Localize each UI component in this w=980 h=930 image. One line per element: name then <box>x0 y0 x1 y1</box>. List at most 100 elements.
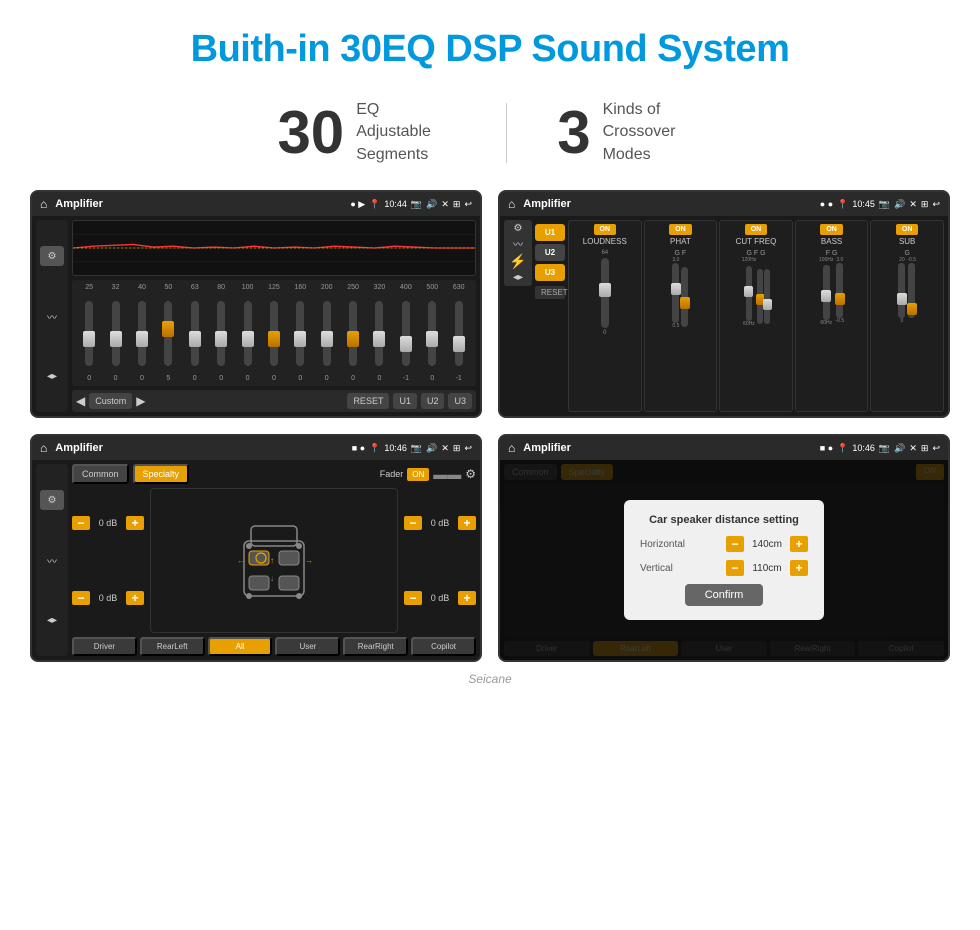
sub-track2[interactable] <box>908 263 915 318</box>
common-tab[interactable]: Common <box>72 464 129 484</box>
bass-toggle[interactable]: ON <box>820 224 843 235</box>
db-minus-3[interactable]: − <box>404 516 422 530</box>
eq-sidebar-btn-2[interactable]: 〰 <box>40 306 64 326</box>
db-plus-1[interactable]: + <box>126 516 144 530</box>
prev-icon[interactable]: ◀ <box>76 394 85 408</box>
rearleft-btn[interactable]: RearLeft <box>140 637 205 656</box>
eq-slider-1[interactable] <box>85 293 93 373</box>
settings-gear-icon[interactable]: ⚙ <box>465 467 476 481</box>
spk-sidebar-1[interactable]: ⚙ <box>40 490 64 510</box>
next-icon[interactable]: ▶ <box>136 394 145 408</box>
db-plus-4[interactable]: + <box>458 591 476 605</box>
bass-track2[interactable] <box>836 263 843 318</box>
home-icon-3[interactable]: ⌂ <box>40 441 47 455</box>
eq-slider-11[interactable] <box>349 293 357 373</box>
spk-sidebar-2[interactable]: 〰 <box>40 550 64 570</box>
spk-sidebar-3[interactable]: ◂▸ <box>40 610 64 630</box>
eq-slider-9[interactable] <box>296 293 304 373</box>
home-icon-1[interactable]: ⌂ <box>40 197 47 211</box>
x-icon-1[interactable]: ✕ <box>441 199 449 210</box>
db-plus-3[interactable]: + <box>458 516 476 530</box>
phat-s2 <box>681 257 688 408</box>
phat-toggle[interactable]: ON <box>669 224 692 235</box>
eq-sidebar-btn-1[interactable]: ⚙ <box>40 246 64 266</box>
u3-btn[interactable]: U3 <box>448 393 472 409</box>
confirm-button[interactable]: Confirm <box>685 584 764 606</box>
x-icon-4[interactable]: ✕ <box>909 443 917 454</box>
loudness-track[interactable] <box>601 258 609 328</box>
cutfreq-track1[interactable] <box>746 266 752 321</box>
horizontal-row: Horizontal − 140cm + <box>640 536 808 552</box>
screen-icon-2[interactable]: ⊞ <box>921 199 929 210</box>
fader-slider[interactable]: ▬▬ <box>433 466 461 482</box>
back-icon-2[interactable]: ↩ <box>932 199 940 210</box>
screen-icon-3[interactable]: ⊞ <box>453 443 461 454</box>
svg-text:↓: ↓ <box>270 574 274 583</box>
eq-sidebar-btn-3[interactable]: ◂▸ <box>40 366 64 386</box>
db-minus-4[interactable]: − <box>404 591 422 605</box>
db-minus-1[interactable]: − <box>72 516 90 530</box>
back-icon-1[interactable]: ↩ <box>464 199 472 210</box>
x-icon-3[interactable]: ✕ <box>441 443 449 454</box>
specialty-tab[interactable]: Specialty <box>133 464 190 484</box>
eq-slider-4[interactable] <box>164 293 172 373</box>
x-icon-2[interactable]: ✕ <box>909 199 917 210</box>
loudness-sliders: 64 0 <box>601 250 609 408</box>
eq-slider-6[interactable] <box>217 293 225 373</box>
vertical-plus[interactable]: + <box>790 560 808 576</box>
preset-u3[interactable]: U3 <box>535 264 565 281</box>
filter-icon[interactable]: ⚙ <box>514 223 523 234</box>
eq-slider-7[interactable] <box>244 293 252 373</box>
crossover-reset-btn[interactable]: RESET <box>535 286 565 299</box>
time-3: 10:46 <box>384 443 407 453</box>
loudness-slider-wrap: 64 0 <box>601 250 609 408</box>
eq-slider-13[interactable] <box>402 293 410 373</box>
wave-icon[interactable]: 〰 <box>513 236 523 251</box>
eq-slider-12[interactable] <box>375 293 383 373</box>
eq-slider-5[interactable] <box>191 293 199 373</box>
loudness-toggle[interactable]: ON <box>594 224 617 235</box>
preset-u1[interactable]: U1 <box>535 224 565 241</box>
screen-icon-1[interactable]: ⊞ <box>453 199 461 210</box>
channel-bass: ON BASS F G 100Hz 60Hz <box>795 220 869 412</box>
cutfreq-track3[interactable] <box>764 269 770 324</box>
horizontal-minus[interactable]: − <box>726 536 744 552</box>
channel-phat: ON PHAT G F 3.0 0.5 <box>644 220 718 412</box>
home-icon-4[interactable]: ⌂ <box>508 441 515 455</box>
vertical-minus[interactable]: − <box>726 560 744 576</box>
eq-slider-2[interactable] <box>112 293 120 373</box>
rearright-btn[interactable]: RearRight <box>343 637 408 656</box>
reset-btn[interactable]: RESET <box>347 393 389 409</box>
eq-slider-14[interactable] <box>428 293 436 373</box>
eq-slider-8[interactable] <box>270 293 278 373</box>
back-icon-4[interactable]: ↩ <box>932 443 940 454</box>
sub-track1[interactable] <box>898 263 905 318</box>
phat-track2[interactable] <box>681 267 688 327</box>
eq-slider-10[interactable] <box>323 293 331 373</box>
user-btn[interactable]: User <box>275 637 340 656</box>
arrows-icon[interactable]: ◂▸ <box>513 272 523 283</box>
phat-s1: 3.0 0.5 <box>672 257 679 408</box>
db-minus-2[interactable]: − <box>72 591 90 605</box>
all-btn[interactable]: All <box>208 637 273 656</box>
bass-track1[interactable] <box>823 265 830 320</box>
status-bar-4: ⌂ Amplifier ■ ● 📍 10:46 📷 🔊 ✕ ⊞ ↩ <box>500 436 948 460</box>
cutfreq-toggle[interactable]: ON <box>745 224 768 235</box>
driver-btn[interactable]: Driver <box>72 637 137 656</box>
horizontal-plus[interactable]: + <box>790 536 808 552</box>
home-icon-2[interactable]: ⌂ <box>508 197 515 211</box>
back-icon-3[interactable]: ↩ <box>464 443 472 454</box>
copilot-btn[interactable]: Copilot <box>411 637 476 656</box>
sub-toggle[interactable]: ON <box>896 224 919 235</box>
db-plus-2[interactable]: + <box>126 591 144 605</box>
phat-track1[interactable] <box>672 263 679 323</box>
lightning-icon[interactable]: ⚡ <box>509 253 526 270</box>
eq-slider-3[interactable] <box>138 293 146 373</box>
u1-btn[interactable]: U1 <box>393 393 417 409</box>
preset-u2[interactable]: U2 <box>535 244 565 261</box>
cutfreq-track2[interactable] <box>757 269 763 324</box>
eq-slider-15[interactable] <box>455 293 463 373</box>
fader-toggle[interactable]: ON <box>407 468 429 481</box>
screen-icon-4[interactable]: ⊞ <box>921 443 929 454</box>
u2-btn[interactable]: U2 <box>421 393 445 409</box>
